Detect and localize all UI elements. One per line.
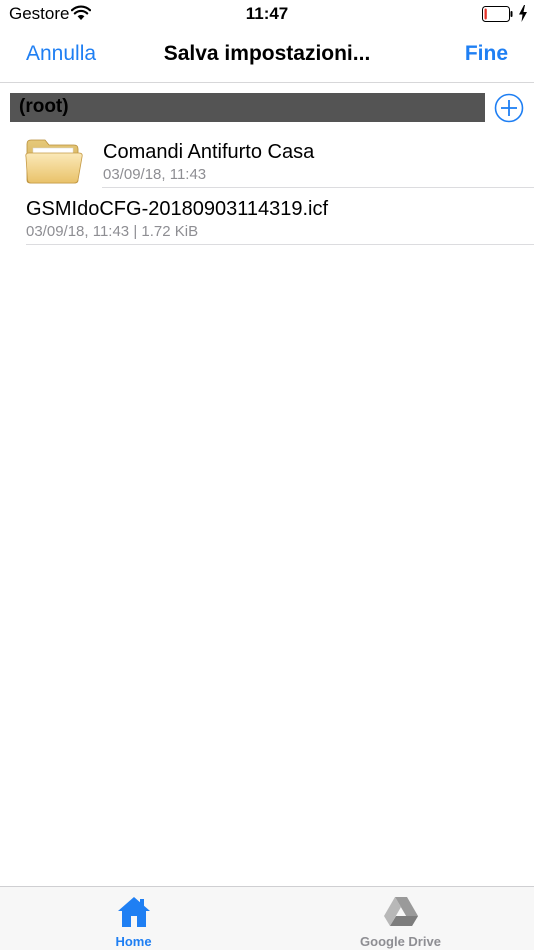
screen: Gestore 11:47 Annulla Salva impostazioni…: [0, 0, 534, 950]
current-path-label: (root): [19, 96, 69, 117]
page-title: Salva impostazioni...: [163, 42, 371, 65]
item-name: GSMIdoCFG-20180903114319.icf: [26, 198, 329, 220]
clock: 11:47: [245, 4, 289, 23]
item-meta: 03/09/18, 11:43 | 1.72 KiB: [26, 223, 199, 240]
tab-label: Home: [115, 934, 152, 949]
home-icon: [118, 897, 150, 927]
tab-home[interactable]: Home: [0, 887, 267, 950]
folder-icon: [25, 139, 83, 184]
status-bar: Gestore 11:47: [0, 0, 534, 28]
done-button[interactable]: Fine: [465, 42, 508, 66]
item-name: Comandi Antifurto Casa: [103, 141, 315, 163]
navigation-bar: Annulla Salva impostazioni... Fine: [0, 28, 534, 83]
tab-bar: Home Google Drive: [0, 886, 534, 950]
tab-google-drive[interactable]: Google Drive: [267, 887, 534, 950]
row-separator: [26, 244, 534, 245]
battery-icon: [482, 6, 513, 22]
path-bar: (root): [10, 93, 485, 122]
add-folder-button[interactable]: [494, 93, 524, 123]
item-meta: 03/09/18, 11:43: [103, 166, 207, 183]
list-item-file[interactable]: GSMIdoCFG-20180903114319.icf 03/09/18, 1…: [0, 188, 534, 245]
google-drive-icon: [384, 897, 418, 926]
battery-fill: [484, 8, 487, 20]
list-item-folder[interactable]: Comandi Antifurto Casa 03/09/18, 11:43: [0, 128, 534, 188]
charging-bolt-icon: [519, 5, 527, 22]
tab-label: Google Drive: [360, 934, 441, 949]
